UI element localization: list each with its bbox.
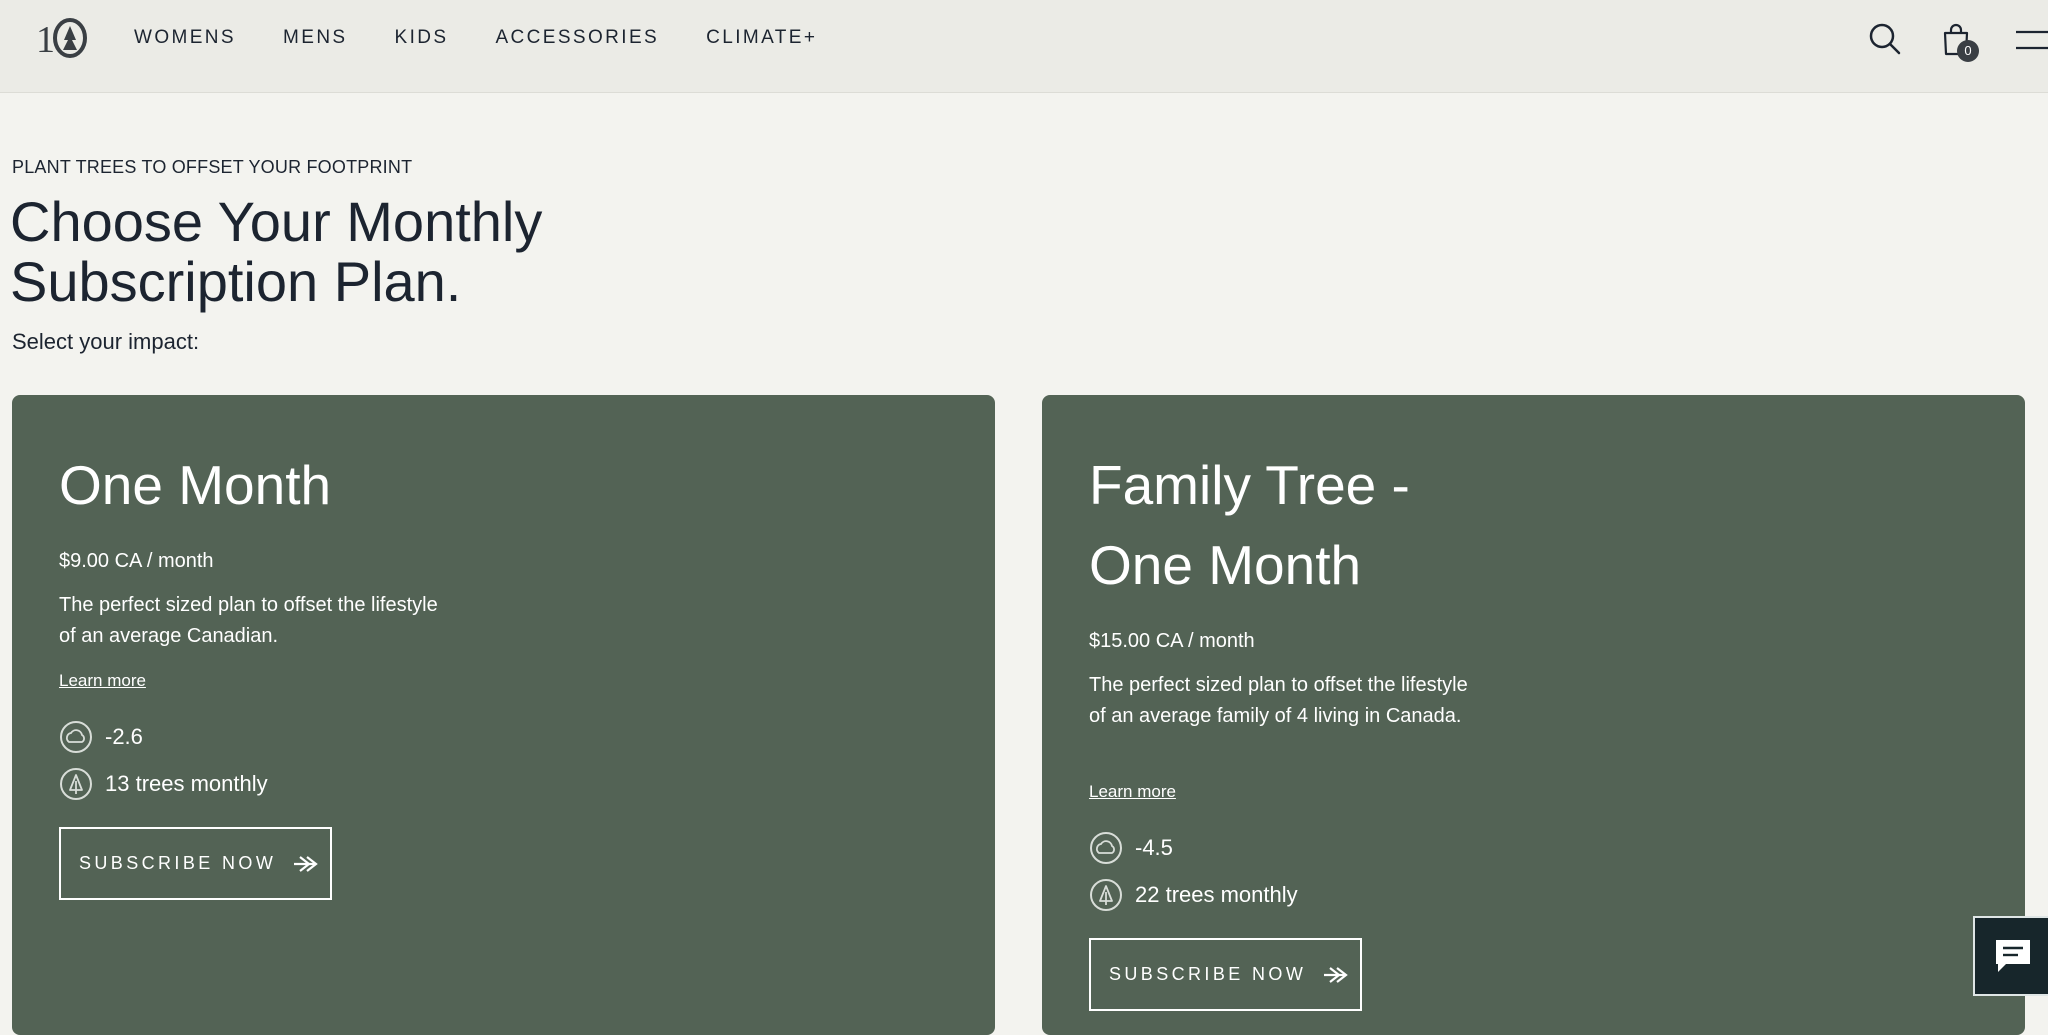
tree-icon (59, 767, 93, 801)
nav-climate[interactable]: CLIMATE+ (706, 26, 817, 50)
tree-icon (1089, 878, 1123, 912)
carbon-value: -2.6 (105, 724, 143, 750)
cart-count-badge: 0 (1957, 40, 1979, 62)
site-header: 1 WOMENS MENS KIDS ACCESSORIES CLIMATE+ … (0, 0, 2048, 93)
tentree-logo[interactable]: 1 (36, 18, 90, 58)
carbon-value: -4.5 (1135, 835, 1173, 861)
page-title: Choose Your Monthly Subscription Plan. (10, 192, 570, 312)
plan-card-family-tree: Family Tree - One Month $15.00 CA / mont… (1042, 395, 2025, 1035)
learn-more-link[interactable]: Learn more (59, 671, 146, 691)
carbon-stat: -4.5 (1089, 831, 1173, 865)
nav-kids[interactable]: KIDS (395, 26, 449, 50)
plan-price: $9.00 CA / month (59, 548, 214, 574)
trees-value: 22 trees monthly (1135, 882, 1298, 908)
plan-description: The perfect sized plan to offset the lif… (1089, 670, 1489, 732)
plan-title: One Month (59, 445, 479, 525)
nav-mens[interactable]: MENS (283, 26, 348, 50)
arrow-right-icon (1322, 965, 1350, 985)
cloud-icon (1089, 831, 1123, 865)
nav-accessories[interactable]: ACCESSORIES (495, 26, 659, 50)
arrow-right-icon (292, 854, 320, 874)
cloud-icon (59, 720, 93, 754)
chat-icon (1994, 938, 2032, 974)
svg-text:1: 1 (36, 19, 55, 58)
trees-stat: 22 trees monthly (1089, 878, 1298, 912)
impact-label: Select your impact: (12, 329, 199, 355)
eyebrow-text: PLANT TREES TO OFFSET YOUR FOOTPRINT (12, 157, 412, 178)
search-icon[interactable] (1868, 22, 1902, 56)
trees-value: 13 trees monthly (105, 771, 268, 797)
trees-stat: 13 trees monthly (59, 767, 268, 801)
plan-description: The perfect sized plan to offset the lif… (59, 590, 439, 652)
main-nav: WOMENS MENS KIDS ACCESSORIES CLIMATE+ (134, 26, 864, 50)
carbon-stat: -2.6 (59, 720, 143, 754)
subscribe-button[interactable]: SUBSCRIBE NOW (1089, 938, 1362, 1011)
subscribe-button[interactable]: SUBSCRIBE NOW (59, 827, 332, 900)
plan-price: $15.00 CA / month (1089, 628, 1255, 654)
plan-title: Family Tree - One Month (1089, 445, 1509, 605)
nav-womens[interactable]: WOMENS (134, 26, 236, 50)
subscribe-label: SUBSCRIBE NOW (1109, 964, 1306, 985)
menu-icon[interactable] (2012, 22, 2048, 56)
chat-widget-button[interactable] (1973, 916, 2048, 996)
plan-card-one-month: One Month $9.00 CA / month The perfect s… (12, 395, 995, 1035)
learn-more-link[interactable]: Learn more (1089, 782, 1176, 802)
subscribe-label: SUBSCRIBE NOW (79, 853, 276, 874)
